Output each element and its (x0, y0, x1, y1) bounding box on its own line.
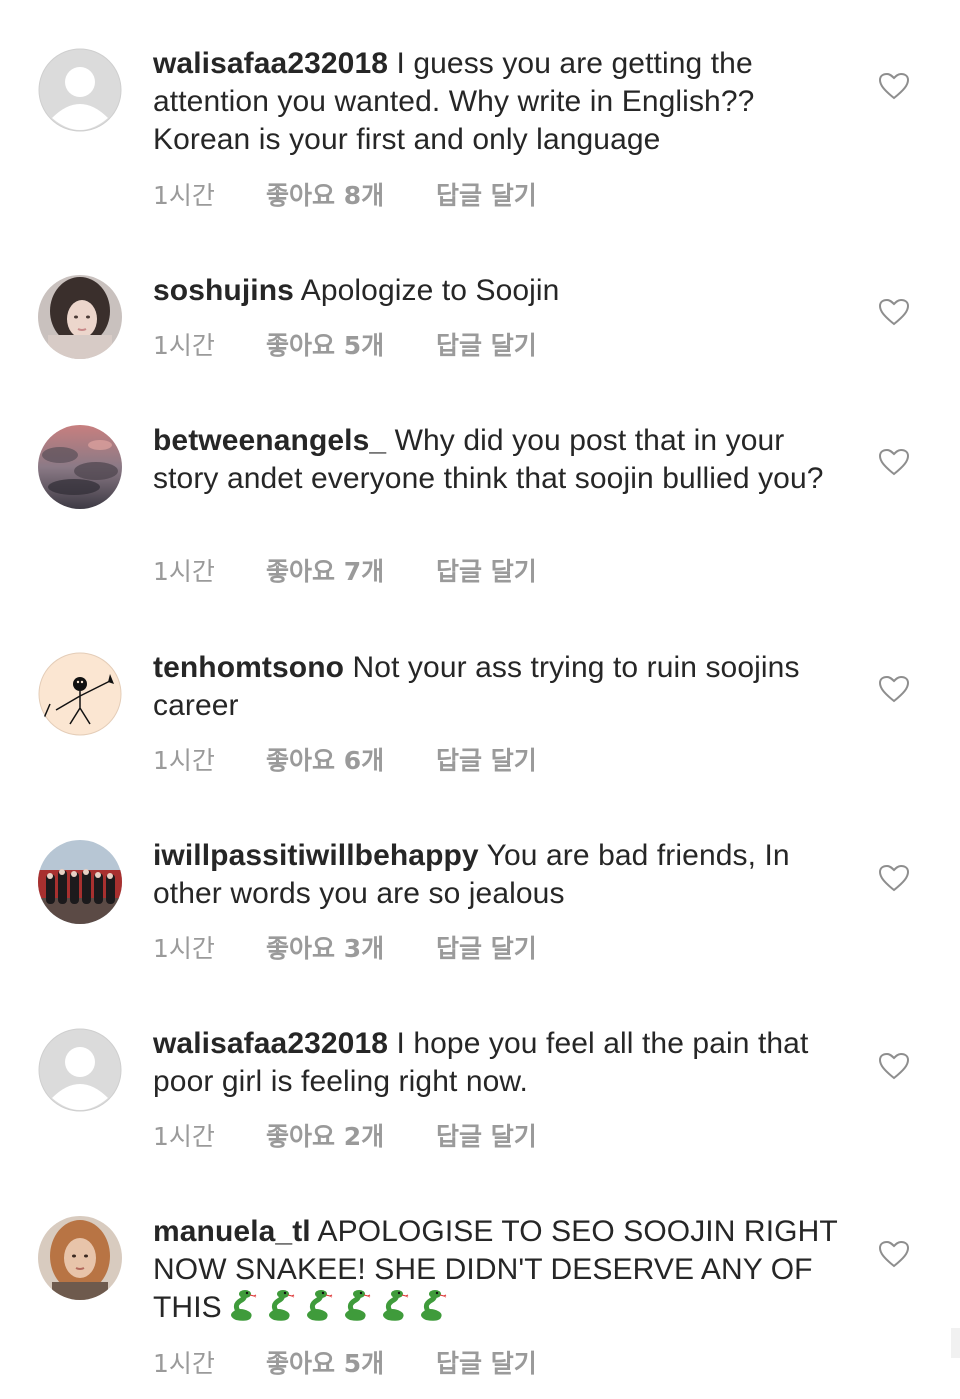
comment-username[interactable]: walisafaa232018 (153, 47, 388, 80)
group-photo-avatar[interactable] (38, 840, 122, 924)
heart-icon[interactable] (878, 675, 910, 703)
photo-woman-avatar[interactable] (38, 1216, 122, 1300)
comment-text: soshujins Apologize to Soojin (153, 272, 853, 310)
heart-icon[interactable] (878, 1052, 910, 1080)
stick-figure-avatar[interactable] (38, 652, 122, 736)
comment-text: walisafaa232018 I guess you are getting … (153, 45, 853, 159)
reply-button[interactable]: 답글 달기 (436, 552, 537, 588)
heart-icon[interactable] (878, 72, 910, 100)
comment-username[interactable]: manuela_tl (153, 1215, 311, 1248)
default-avatar[interactable] (38, 1028, 122, 1112)
comment-body: Apologize to Soojin (300, 274, 560, 307)
snake-emoji-icon (264, 1289, 296, 1323)
scroll-edge (951, 1328, 960, 1358)
comment-time: 1시간 (153, 746, 215, 775)
snake-emoji-icon (302, 1289, 334, 1323)
default-avatar[interactable] (38, 48, 122, 132)
likes-count[interactable]: 좋아요 6개 (266, 741, 384, 777)
snake-emoji-row (226, 1289, 448, 1323)
likes-count[interactable]: 좋아요 5개 (266, 326, 384, 362)
comment-username[interactable]: tenhomtsono (153, 651, 344, 684)
comment-username[interactable]: betweenangels_ (153, 424, 386, 457)
heart-icon[interactable] (878, 1240, 910, 1268)
comment-time: 1시간 (153, 331, 215, 360)
comment-time: 1시간 (153, 1122, 215, 1151)
reply-button[interactable]: 답글 달기 (436, 929, 537, 965)
comment-time: 1시간 (153, 934, 215, 963)
photo-girl-avatar[interactable] (38, 275, 122, 359)
reply-button[interactable]: 답글 달기 (436, 1117, 537, 1153)
comment-text: walisafaa232018 I hope you feel all the … (153, 1025, 853, 1101)
heart-icon[interactable] (878, 864, 910, 892)
comment-time: 1시간 (153, 1349, 215, 1378)
likes-count[interactable]: 좋아요 5개 (266, 1344, 384, 1380)
comment-text: manuela_tl APOLOGISE TO SEO SOOJIN RIGHT… (153, 1213, 853, 1327)
snake-emoji-icon (226, 1289, 258, 1323)
snake-emoji-icon (416, 1289, 448, 1323)
reply-button[interactable]: 답글 달기 (436, 176, 537, 212)
snake-emoji-icon (378, 1289, 410, 1323)
heart-icon[interactable] (878, 298, 910, 326)
likes-count[interactable]: 좋아요 3개 (266, 929, 384, 965)
comment-text: tenhomtsono Not your ass trying to ruin … (153, 649, 853, 725)
heart-icon[interactable] (878, 448, 910, 476)
comment-text: betweenangels_ Why did you post that in … (153, 422, 853, 498)
comment-username[interactable]: walisafaa232018 (153, 1027, 388, 1060)
reply-button[interactable]: 답글 달기 (436, 1344, 537, 1380)
reply-button[interactable]: 답글 달기 (436, 326, 537, 362)
comment-time: 1시간 (153, 557, 215, 586)
likes-count[interactable]: 좋아요 7개 (266, 552, 384, 588)
reply-button[interactable]: 답글 달기 (436, 741, 537, 777)
comment-username[interactable]: soshujins (153, 274, 294, 307)
likes-count[interactable]: 좋아요 8개 (266, 176, 384, 212)
comment-username[interactable]: iwillpassitiwillbehappy (153, 839, 479, 872)
comment-text: iwillpassitiwillbehappy You are bad frie… (153, 837, 853, 913)
snake-emoji-icon (340, 1289, 372, 1323)
cloudy-sky-avatar[interactable] (38, 425, 122, 509)
likes-count[interactable]: 좋아요 2개 (266, 1117, 384, 1153)
comment-time: 1시간 (153, 181, 215, 210)
